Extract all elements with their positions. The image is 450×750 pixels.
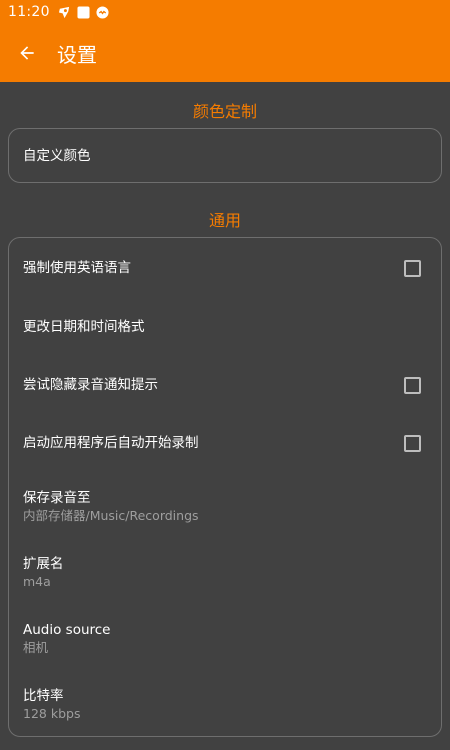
card-general: 强制使用英语语言 更改日期和时间格式 尝试隐藏录音通知提示 启动应用程序后自动开… <box>8 237 442 737</box>
pref-auto-start-recording[interactable]: 启动应用程序后自动开始录制 <box>9 414 441 472</box>
pref-title: 启动应用程序后自动开始录制 <box>23 435 199 451</box>
pref-text: 自定义颜色 <box>23 147 91 165</box>
pref-title: 保存录音至 <box>23 490 91 506</box>
pref-title: 自定义颜色 <box>23 147 91 164</box>
force-english-checkbox[interactable] <box>404 259 421 277</box>
auto-start-recording-checkbox[interactable] <box>404 434 421 452</box>
pref-summary: 128 kbps <box>23 706 81 721</box>
pref-force-english[interactable]: 强制使用英语语言 <box>9 238 441 298</box>
pref-save-location[interactable]: 保存录音至 内部存储器/Music/Recordings <box>9 476 441 538</box>
pref-title: 比特率 <box>23 688 64 704</box>
pref-custom-color[interactable]: 自定义颜色 <box>9 129 441 182</box>
pref-summary: 相机 <box>23 640 49 655</box>
pref-title: 强制使用英语语言 <box>23 260 131 276</box>
pref-summary: m4a <box>23 574 51 589</box>
notification-app-icon <box>58 6 70 18</box>
pref-hide-notification[interactable]: 尝试隐藏录音通知提示 <box>9 356 441 414</box>
pref-date-time-format[interactable]: 更改日期和时间格式 <box>9 298 441 356</box>
pref-title: Audio source <box>23 622 111 638</box>
pref-extension[interactable]: 扩展名 m4a <box>9 542 441 604</box>
pref-text: 扩展名 m4a <box>23 555 64 591</box>
badge-notification-icon <box>96 5 109 19</box>
pref-text: 更改日期和时间格式 <box>23 318 145 336</box>
card-color: 自定义颜色 <box>8 128 442 183</box>
pref-title: 更改日期和时间格式 <box>23 319 145 335</box>
section-title-color: 颜色定制 <box>192 102 257 121</box>
pref-text: 启动应用程序后自动开始录制 <box>23 434 199 452</box>
page-title: 设置 <box>57 42 97 67</box>
hide-notification-checkbox[interactable] <box>404 376 421 394</box>
section-title-general: 通用 <box>208 211 241 230</box>
pref-summary: 内部存储器/Music/Recordings <box>23 508 199 523</box>
back-button[interactable] <box>13 39 41 67</box>
pref-title: 扩展名 <box>23 556 64 572</box>
pref-text: 尝试隐藏录音通知提示 <box>23 376 158 394</box>
pref-text: 强制使用英语语言 <box>23 259 131 277</box>
app-bar: 11:20 设置 <box>0 0 450 82</box>
square-notification-icon <box>77 5 90 19</box>
pref-audio-source[interactable]: Audio source 相机 <box>9 608 441 670</box>
status-bar: 11:20 <box>0 0 450 24</box>
arrow-left-icon <box>20 46 34 60</box>
pref-bitrate[interactable]: 比特率 128 kbps <box>9 674 441 736</box>
pref-text: 保存录音至 内部存储器/Music/Recordings <box>23 489 199 525</box>
status-time: 11:20 <box>8 4 50 20</box>
toolbar: 设置 <box>0 30 450 76</box>
pref-text: 比特率 128 kbps <box>23 687 80 723</box>
pref-text: Audio source 相机 <box>23 621 111 657</box>
pref-title: 尝试隐藏录音通知提示 <box>23 377 158 393</box>
